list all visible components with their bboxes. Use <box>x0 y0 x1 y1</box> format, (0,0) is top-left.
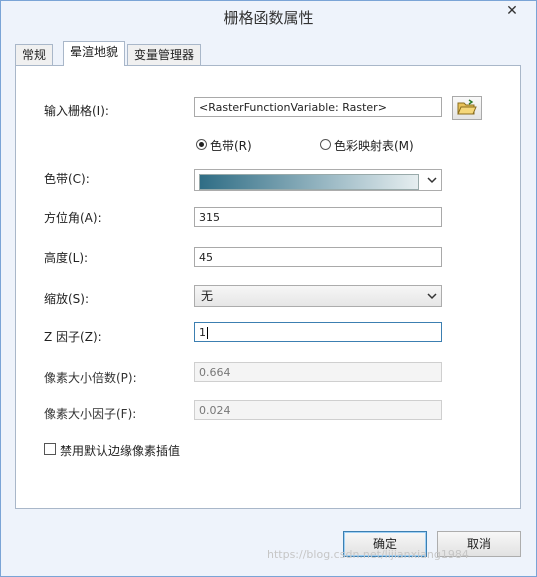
radio-dot <box>199 142 204 147</box>
tab-general[interactable]: 常规 <box>15 44 54 65</box>
pixel-size-factor-input: 0.024 <box>194 400 442 420</box>
hillshade-panel: 输入栅格(I): <RasterFunctionVariable: Raster… <box>15 65 521 509</box>
z-factor-value: 1 <box>199 326 206 339</box>
dialog-window: 栅格函数属性 ✕ 常规 晕渲地貌 变量管理器 输入栅格(I): <RasterF… <box>0 0 537 577</box>
color-ramp-select[interactable] <box>194 169 442 191</box>
scaling-select[interactable]: 无 <box>194 285 442 307</box>
altitude-input[interactable]: 45 <box>194 247 442 267</box>
z-factor-input[interactable]: 1 <box>194 322 442 342</box>
color-ramp-radio-label[interactable]: 色带(R) <box>210 137 252 154</box>
pixel-size-power-label: 像素大小倍数(P): <box>44 371 137 385</box>
close-icon: ✕ <box>506 3 518 19</box>
altitude-label: 高度(L): <box>44 251 89 265</box>
tab-variable-manager[interactable]: 变量管理器 <box>127 44 202 65</box>
open-folder-icon <box>457 99 477 115</box>
input-raster-label: 输入栅格(I): <box>44 104 109 118</box>
text-cursor <box>207 327 208 339</box>
color-ramp-preview <box>199 174 419 190</box>
browse-raster-button[interactable] <box>452 96 482 120</box>
scaling-label: 缩放(S): <box>44 292 90 306</box>
dialog-title: 栅格函数属性 <box>223 9 314 27</box>
scaling-selected-value: 无 <box>201 289 214 303</box>
chevron-down-icon <box>427 177 437 184</box>
chevron-down-icon <box>427 293 437 300</box>
tab-hillshade[interactable]: 晕渲地貌 <box>63 41 126 66</box>
close-button[interactable]: ✕ <box>494 1 530 21</box>
color-ramp-radio[interactable] <box>196 139 207 150</box>
remove-edge-label[interactable]: 禁用默认边缘像素插值 <box>60 442 180 459</box>
azimuth-label: 方位角(A): <box>44 211 102 225</box>
pixel-size-power-input: 0.664 <box>194 362 442 382</box>
title-bar[interactable]: 栅格函数属性 ✕ <box>1 1 536 33</box>
remove-edge-checkbox[interactable] <box>44 443 56 455</box>
input-raster-field[interactable]: <RasterFunctionVariable: Raster> <box>194 97 442 117</box>
color-ramp-label: 色带(C): <box>44 172 90 186</box>
watermark-text: https://blog.csdn.net/lijianxiang1984 <box>267 548 469 561</box>
azimuth-input[interactable]: 315 <box>194 207 442 227</box>
colormap-radio[interactable] <box>320 139 331 150</box>
colormap-radio-label[interactable]: 色彩映射表(M) <box>334 137 414 154</box>
pixel-size-factor-label: 像素大小因子(F): <box>44 407 137 421</box>
z-factor-label: Z 因子(Z): <box>44 330 102 344</box>
